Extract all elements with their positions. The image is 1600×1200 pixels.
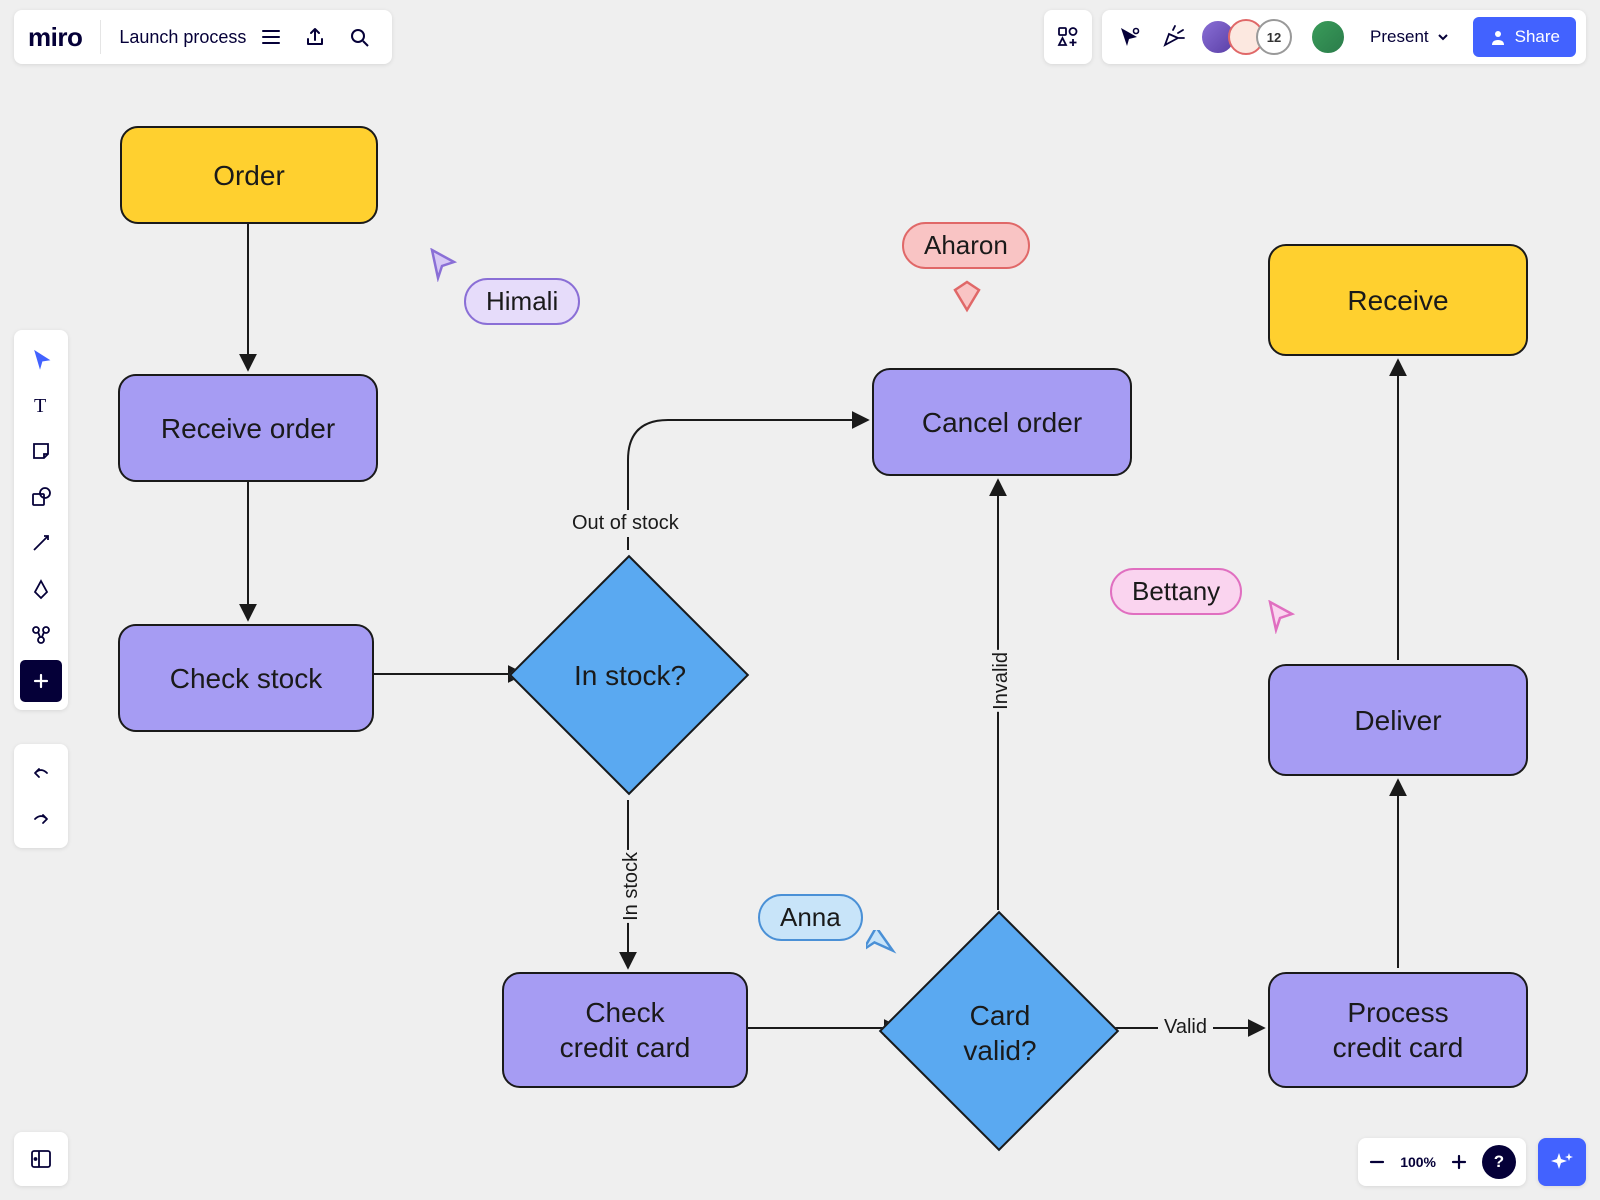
cursor-label-anna: Anna: [758, 894, 863, 941]
cursor-label-bettany: Bettany: [1110, 568, 1242, 615]
node-label: Order: [213, 158, 285, 193]
tool-line[interactable]: [20, 522, 62, 564]
node-check-credit-card[interactable]: Check credit card: [502, 972, 748, 1088]
canvas[interactable]: Order Receive order Check stock Cancel o…: [0, 0, 1600, 1200]
node-label: Cancel order: [922, 405, 1082, 440]
svg-text:T: T: [34, 395, 46, 416]
tool-text[interactable]: T: [20, 384, 62, 426]
redo-button[interactable]: [20, 798, 62, 840]
node-in-stock-decision[interactable]: [509, 555, 749, 795]
cursor-aharon-icon: [952, 280, 982, 314]
menu-icon[interactable]: [252, 18, 290, 56]
logo[interactable]: miro: [28, 22, 82, 53]
cursor-himali-icon: [428, 248, 458, 282]
ai-assist-button[interactable]: [1538, 1138, 1586, 1186]
node-card-valid-decision[interactable]: [879, 911, 1119, 1151]
cursor-label-himali: Himali: [464, 278, 580, 325]
edge-label-valid: Valid: [1158, 1014, 1213, 1041]
present-button[interactable]: Present: [1356, 10, 1463, 64]
frames-panel-toggle[interactable]: [14, 1132, 68, 1186]
edge-label-in-stock: In stock: [614, 850, 649, 923]
present-label: Present: [1370, 27, 1429, 47]
node-deliver[interactable]: Deliver: [1268, 664, 1528, 776]
board-title[interactable]: Launch process: [119, 27, 246, 48]
zoom-control: 100% ?: [1358, 1138, 1526, 1186]
node-receive-order[interactable]: Receive order: [118, 374, 378, 482]
apps-icon: [1056, 25, 1080, 49]
cursor-bettany-icon: [1266, 600, 1296, 634]
node-label: Deliver: [1354, 703, 1441, 738]
cursor-mode-icon[interactable]: [1112, 17, 1146, 57]
search-icon[interactable]: [340, 18, 378, 56]
cursor-label-aharon: Aharon: [902, 222, 1030, 269]
current-user-avatar[interactable]: [1310, 19, 1346, 55]
divider: [100, 20, 101, 54]
tool-shapes[interactable]: [20, 476, 62, 518]
node-process-credit-card[interactable]: Process credit card: [1268, 972, 1528, 1088]
collab-panel: 12 Present Share: [1102, 10, 1586, 64]
undo-button[interactable]: [20, 752, 62, 794]
share-label: Share: [1515, 27, 1560, 47]
left-toolbar: T: [14, 330, 68, 710]
chevron-down-icon: [1437, 31, 1449, 43]
person-add-icon: [1489, 28, 1507, 46]
export-icon[interactable]: [296, 18, 334, 56]
collaborator-avatars[interactable]: 12: [1200, 19, 1292, 55]
zoom-out-button[interactable]: [1368, 1153, 1386, 1171]
tool-more[interactable]: [20, 660, 62, 702]
sparkle-icon: [1549, 1149, 1575, 1175]
edge-label-invalid: Invalid: [984, 650, 1019, 712]
node-label: Receive order: [161, 411, 335, 446]
reactions-icon[interactable]: [1156, 17, 1190, 57]
cursor-anna-icon: [866, 930, 898, 960]
node-label: Receive: [1347, 283, 1448, 318]
tool-sticky-note[interactable]: [20, 430, 62, 472]
tool-pen[interactable]: [20, 568, 62, 610]
node-cancel-order[interactable]: Cancel order: [872, 368, 1132, 476]
node-check-stock[interactable]: Check stock: [118, 624, 374, 732]
help-button[interactable]: ?: [1482, 1145, 1516, 1179]
undo-redo-toolbar: [14, 744, 68, 848]
apps-button[interactable]: [1044, 10, 1092, 64]
node-label: Check credit card: [560, 995, 691, 1065]
zoom-in-button[interactable]: [1450, 1153, 1468, 1171]
node-label: Check stock: [170, 661, 323, 696]
zoom-value[interactable]: 100%: [1400, 1154, 1436, 1170]
top-left-panel: miro Launch process: [14, 10, 392, 64]
node-order[interactable]: Order: [120, 126, 378, 224]
tool-select[interactable]: [20, 338, 62, 380]
share-button[interactable]: Share: [1473, 17, 1576, 57]
avatar-overflow-count[interactable]: 12: [1256, 19, 1292, 55]
node-receive[interactable]: Receive: [1268, 244, 1528, 356]
node-label: Process credit card: [1333, 995, 1464, 1065]
bottom-right-controls: 100% ?: [1358, 1138, 1586, 1186]
top-right-panel: 12 Present Share: [1044, 10, 1586, 64]
tool-frame[interactable]: [20, 614, 62, 656]
edge-label-out-of-stock: Out of stock: [566, 510, 685, 537]
